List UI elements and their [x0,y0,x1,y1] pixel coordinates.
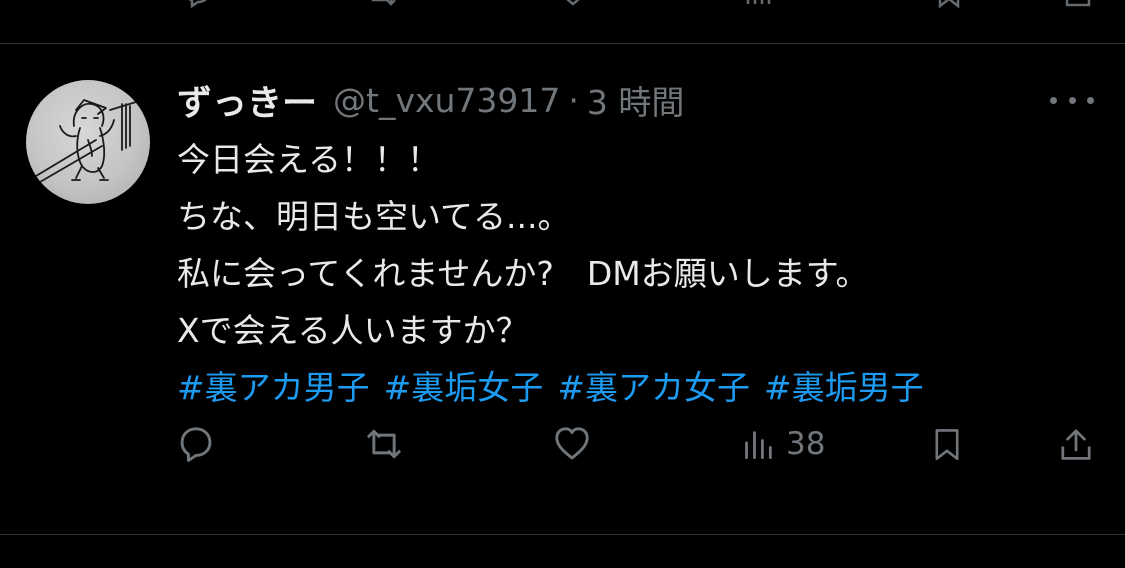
tweet-line: 私に会ってくれませんか? DMお願いします。 [177,254,869,293]
tweet-text: 今日会える！！！ ちな、明日も空いてる...。 私に会ってくれませんか? DMお… [177,131,1077,416]
hashtag-link[interactable]: #裏垢女子 [384,368,544,407]
retweet-button[interactable] [364,424,404,464]
heart-icon [555,427,589,460]
more-dot [1087,96,1094,104]
tweet-actions: 38 [0,420,1125,468]
tweet-line: 今日会える！！！ [177,140,441,179]
bookmark-button[interactable] [930,424,964,464]
heart-icon[interactable] [558,0,588,8]
more-icon[interactable] [1050,86,1094,114]
reply-icon [180,427,212,462]
tweet-line: ちな、明日も空いてる...。 [177,197,571,236]
like-button[interactable] [553,424,591,464]
hashtag-link[interactable]: #裏垢男子 [764,368,924,407]
previous-tweet-actions [0,0,1125,8]
share-button[interactable] [1058,424,1094,464]
more-dot [1068,96,1076,104]
bar-chart-icon[interactable] [744,0,774,8]
top-divider [0,43,1125,44]
separator-dot: · [568,80,579,120]
reply-button[interactable] [177,424,215,464]
avatar-image [35,99,137,183]
display-name[interactable]: ずっきー [177,75,317,126]
more-dot [1050,96,1057,104]
retweet-icon [367,429,401,459]
hashtag-line: #裏アカ男子 #裏垢女子 #裏アカ女子 #裏垢男子 [177,359,1077,416]
bar-chart-icon [745,431,772,460]
retweet-icon[interactable] [367,0,397,8]
user-handle[interactable]: @t_vxu73917 [333,81,560,120]
hashtag-link[interactable]: #裏アカ女子 [557,368,750,407]
view-count: 38 [786,426,826,462]
bookmark-icon[interactable] [934,0,964,8]
reply-icon[interactable] [183,0,213,8]
tweet-line: Xで会える人いますか？ [177,311,529,350]
avatar[interactable] [26,80,150,204]
hashtag-link[interactable]: #裏アカ男子 [177,368,370,407]
timestamp[interactable]: 3 時間 [587,76,685,124]
tweet-header: ずっきー @t_vxu73917 · 3 時間 [177,76,684,124]
bottom-divider [0,534,1125,535]
views-button[interactable]: 38 [742,424,825,464]
share-icon[interactable] [1063,0,1093,8]
share-icon [1061,429,1091,460]
bookmark-icon [935,429,959,461]
